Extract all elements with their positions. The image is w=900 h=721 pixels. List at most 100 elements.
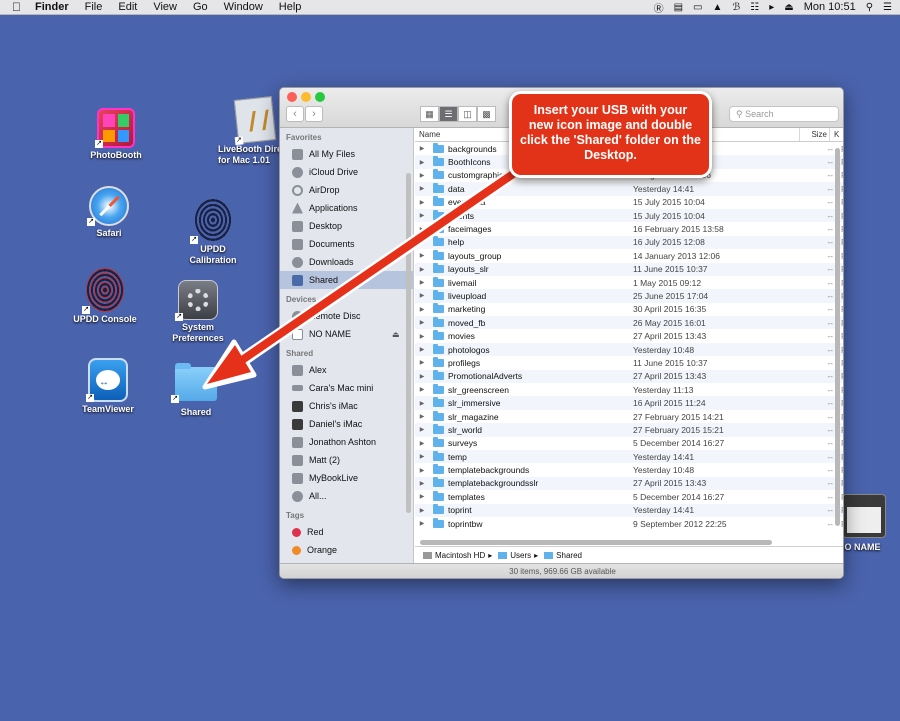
table-row[interactable]: ▶ PromotionalAdverts 27 April 2015 13:43 --… [415, 369, 843, 384]
airplay-icon[interactable]: ▲ [707, 2, 727, 13]
table-row[interactable]: ▶moved_fb26 May 2015 16:01--F [415, 316, 843, 330]
disclosure-triangle-icon[interactable]: ▶ [415, 159, 429, 166]
table-row[interactable]: ▶dataYesterday 14:41--F [415, 182, 843, 196]
path-item-users[interactable]: Users [510, 551, 531, 560]
desktop-icon-updd-console[interactable]: ↗ UPDD Console [60, 268, 150, 325]
coverflow-view-button[interactable]: ▩ [477, 106, 496, 122]
file-list-scrollbar[interactable] [835, 148, 840, 526]
apple-menu-icon[interactable]:  [0, 0, 27, 14]
table-row[interactable]: ▶slr_greenscreenYesterday 11:13--F [415, 383, 843, 396]
path-item-shared[interactable]: Shared [556, 551, 582, 560]
sidebar-item-desktop[interactable]: Desktop [280, 217, 413, 235]
column-kind[interactable]: K [830, 128, 843, 141]
desktop-icon-updd-calibration[interactable]: ↗ UPDD Calibration [168, 198, 258, 266]
display-icon[interactable]: ▭ [688, 2, 707, 13]
table-row[interactable]: ▶movies27 April 2015 13:43--F [415, 329, 843, 342]
sidebar-item-chris-imac[interactable]: Chris's iMac [280, 397, 413, 415]
bluetooth-icon[interactable]: ℬ [727, 2, 745, 13]
disclosure-triangle-icon[interactable]: ▶ [415, 493, 429, 500]
disclosure-triangle-icon[interactable]: ▶ [415, 520, 429, 527]
table-row[interactable]: ▶layouts_group14 January 2013 12:06--F [415, 249, 843, 262]
desktop-icon-system-preferences[interactable]: ↗ System Preferences [153, 280, 243, 344]
sidebar-item-airdrop[interactable]: AirDrop [280, 181, 413, 199]
desktop-icon-shared[interactable]: ↗ Shared [151, 363, 241, 418]
search-field[interactable]: ⚲ Search [729, 106, 839, 122]
disclosure-triangle-icon[interactable]: ▶ [415, 386, 429, 393]
table-row[interactable]: ▶marketing30 April 2015 16:35--F [415, 303, 843, 316]
table-row[interactable]: ▶livemail1 May 2015 09:12--F [415, 276, 843, 289]
spotlight-icon[interactable]: ⚲ [861, 2, 878, 13]
sidebar-item-tag-red[interactable]: Red [280, 523, 413, 541]
column-size[interactable]: Size [800, 128, 830, 141]
menu-file[interactable]: File [77, 0, 111, 15]
table-row[interactable]: ▶liveupload25 June 2015 17:04--F [415, 289, 843, 303]
sidebar-scrollbar[interactable] [406, 173, 411, 513]
table-row[interactable]: ▶surveys5 December 2014 16:27--F [415, 437, 843, 450]
disclosure-triangle-icon[interactable]: ▶ [415, 292, 429, 299]
disclosure-triangle-icon[interactable]: ▶ [415, 333, 429, 340]
sidebar-item-mybooklive[interactable]: MyBookLive [280, 469, 413, 487]
disclosure-triangle-icon[interactable]: ▶ [415, 239, 429, 246]
sidebar-item-applications[interactable]: Applications [280, 199, 413, 217]
back-button[interactable]: ‹ [286, 106, 304, 122]
disclosure-triangle-icon[interactable]: ▶ [415, 467, 429, 474]
menu-edit[interactable]: Edit [110, 0, 145, 15]
disclosure-triangle-icon[interactable]: ▶ [415, 319, 429, 326]
sidebar-item-all-my-files[interactable]: All My Files [280, 145, 413, 163]
table-row[interactable]: ▶profilegs11 June 2015 10:37--F [415, 356, 843, 369]
disclosure-triangle-icon[interactable]: ▶ [415, 426, 429, 433]
close-button[interactable] [287, 92, 297, 102]
table-row[interactable]: ▶photologosYesterday 10:48--F [415, 342, 843, 357]
disclosure-triangle-icon[interactable]: ▶ [415, 199, 429, 206]
sidebar-item-matt[interactable]: Matt (2) [280, 451, 413, 469]
sidebar-item-tag-orange[interactable]: Orange [280, 541, 413, 559]
sidebar-item-downloads[interactable]: Downloads [280, 253, 413, 271]
disclosure-triangle-icon[interactable]: ▶ [415, 226, 429, 233]
table-row[interactable]: ▶toprintYesterday 14:41--F [415, 503, 843, 517]
table-row[interactable]: ▶layouts_slr11 June 2015 10:37--F [415, 262, 843, 276]
sidebar-item-remote-disc[interactable]: Remote Disc [280, 307, 413, 325]
menu-window[interactable]: Window [216, 0, 271, 15]
menu-go[interactable]: Go [185, 0, 216, 15]
disclosure-triangle-icon[interactable]: ▶ [415, 212, 429, 219]
file-list-horizontal-scrollbar[interactable] [420, 540, 772, 545]
zoom-button[interactable] [315, 92, 325, 102]
table-row[interactable]: ▶tempYesterday 14:41--F [415, 449, 843, 464]
table-row[interactable]: ▶ templatebackgroundsslr 27 April 2015 13:… [415, 476, 843, 491]
desktop-icon-teamviewer[interactable]: ↔ ↗ TeamViewer [63, 358, 153, 415]
table-row[interactable]: ▶Events15 July 2015 10:04--F [415, 208, 843, 223]
disclosure-triangle-icon[interactable]: ▶ [415, 480, 429, 487]
table-row[interactable]: ▶eventdata15 July 2015 10:04--F [415, 196, 843, 209]
disclosure-triangle-icon[interactable]: ▶ [415, 359, 429, 366]
disclosure-triangle-icon[interactable]: ▶ [415, 413, 429, 420]
disclosure-triangle-icon[interactable]: ▶ [415, 252, 429, 259]
skype-icon[interactable]: Ⓡ [649, 0, 669, 15]
table-row[interactable]: ▶slr_immersive16 April 2015 11:24--F [415, 396, 843, 410]
disclosure-triangle-icon[interactable]: ▶ [415, 266, 429, 273]
disclosure-triangle-icon[interactable]: ▶ [415, 346, 429, 353]
disclosure-triangle-icon[interactable]: ▶ [415, 185, 429, 192]
wifi-icon[interactable]: ☷ [745, 2, 764, 13]
menu-finder[interactable]: Finder [27, 0, 77, 15]
desktop-icon-safari[interactable]: ↗ Safari [64, 186, 154, 239]
desktop-icon-photobooth[interactable]: ↗ PhotoBooth [71, 108, 161, 161]
sidebar-item-jonathon-ashton[interactable]: Jonathon Ashton [280, 433, 413, 451]
disclosure-triangle-icon[interactable]: ▶ [415, 172, 429, 179]
clock[interactable]: Mon 10:51 [799, 1, 861, 13]
forward-button[interactable]: › [305, 106, 323, 122]
disclosure-triangle-icon[interactable]: ▶ [415, 373, 429, 380]
list-view-button[interactable]: ☰ [439, 106, 458, 122]
path-item-macintosh-hd[interactable]: Macintosh HD [435, 551, 485, 560]
menu-help[interactable]: Help [271, 0, 310, 15]
eject-icon[interactable]: ⏏ [779, 2, 798, 13]
sidebar-item-caras-mac-mini[interactable]: Cara's Mac mini [280, 379, 413, 397]
table-row[interactable]: ▶slr_world27 February 2015 15:21--F [415, 423, 843, 437]
sidebar-item-no-name[interactable]: NO NAME ⏏ [280, 325, 413, 343]
icon-view-button[interactable]: ▦ [420, 106, 439, 122]
table-row[interactable]: ▶slr_magazine27 February 2015 14:21--F [415, 410, 843, 423]
disclosure-triangle-icon[interactable]: ▶ [415, 306, 429, 313]
sidebar-item-all[interactable]: All... [280, 487, 413, 505]
disclosure-triangle-icon[interactable]: ▶ [415, 145, 429, 152]
minimize-button[interactable] [301, 92, 311, 102]
column-view-button[interactable]: ◫ [458, 106, 477, 122]
